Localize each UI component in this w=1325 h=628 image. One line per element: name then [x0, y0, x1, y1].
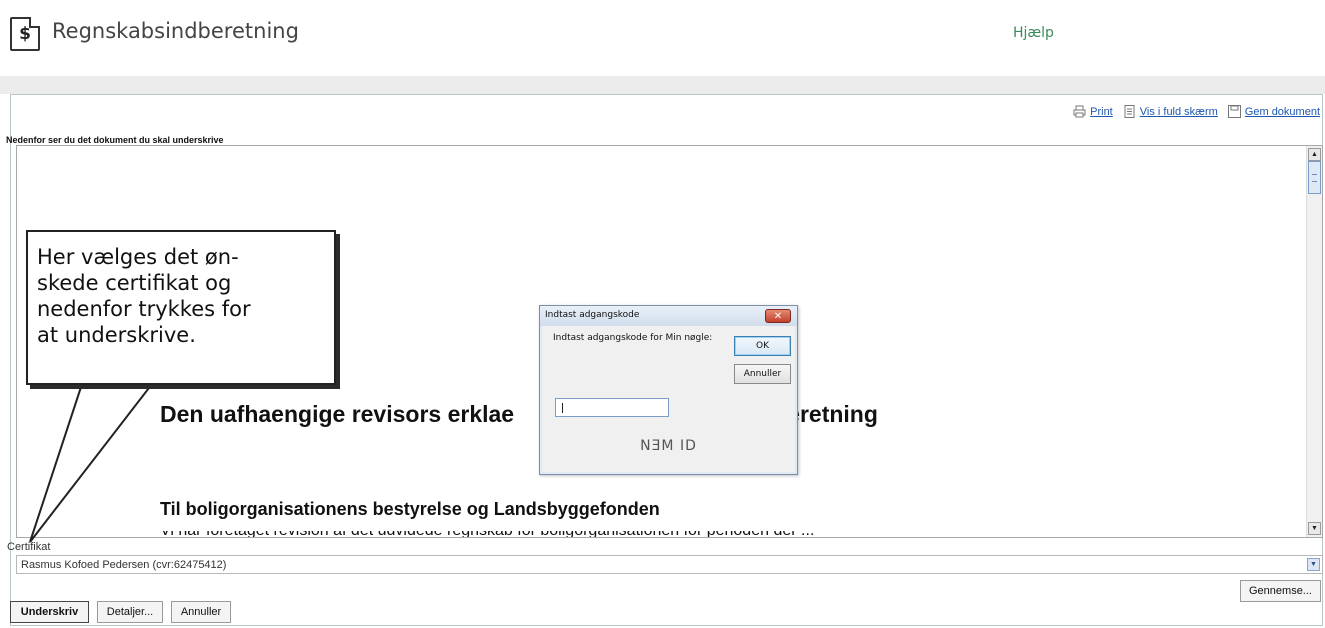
certificate-label: Certifikat: [7, 541, 51, 553]
dialog-body: Indtast adgangskode for Min nøgle: OK An…: [542, 326, 795, 472]
arrow-down-icon[interactable]: ▼: [1308, 522, 1321, 535]
fullscreen-link[interactable]: Vis i fuld skærm: [1123, 105, 1218, 118]
certificate-select[interactable]: Rasmus Kofoed Pedersen (cvr:62475412) ▼: [16, 555, 1323, 574]
close-icon[interactable]: ✕: [765, 309, 791, 323]
save-icon: [1227, 105, 1241, 118]
print-link[interactable]: Print: [1073, 105, 1113, 118]
document-caption: Nedenfor ser du det dokument du skal und…: [6, 135, 224, 145]
print-label: Print: [1090, 105, 1113, 118]
sign-button[interactable]: Underskriv: [10, 601, 89, 623]
cancel-button[interactable]: Annuller: [171, 601, 231, 623]
callout-text: Her vælges det øn- skede certifikat og n…: [37, 245, 251, 347]
document-scrollbar[interactable]: ▲ ▼: [1306, 146, 1322, 537]
page-title: Regnskabsindberetning: [52, 19, 299, 43]
document-clipped-text: Vi har foretaget revision af det udvided…: [160, 531, 1040, 537]
password-dialog: Indtast adgangskode ✕ Indtast adgangskod…: [539, 305, 798, 475]
nemid-logo: NƎM ID: [640, 438, 697, 454]
dialog-ok-button[interactable]: OK: [734, 336, 791, 356]
help-link[interactable]: Hjælp: [1013, 25, 1054, 41]
password-input[interactable]: [555, 398, 669, 417]
scrollbar-thumb[interactable]: [1308, 161, 1321, 194]
page-icon: [1123, 105, 1136, 118]
document-toolbar: Print Vis i fuld skærm Gem dokument: [1073, 105, 1320, 118]
document-subheading: Til boligorganisationens bestyrelse og L…: [160, 499, 660, 519]
dialog-title: Indtast adgangskode: [545, 310, 640, 320]
details-button[interactable]: Detaljer...: [97, 601, 163, 623]
app-icon-glyph: $: [19, 24, 31, 44]
certificate-selected-value: Rasmus Kofoed Pedersen (cvr:62475412): [21, 559, 227, 571]
dialog-prompt: Indtast adgangskode for Min nøgle:: [553, 333, 713, 343]
save-document-link[interactable]: Gem dokument: [1227, 105, 1320, 118]
header-divider: [0, 76, 1325, 94]
dialog-titlebar[interactable]: Indtast adgangskode ✕: [540, 306, 797, 326]
browse-button[interactable]: Gennemse...: [1240, 580, 1321, 602]
chevron-down-icon[interactable]: ▼: [1307, 558, 1320, 571]
document-heading-left: Den uafhaengige revisors erklae: [160, 401, 515, 427]
fullscreen-label: Vis i fuld skærm: [1139, 105, 1218, 118]
printer-icon: [1073, 105, 1086, 118]
arrow-up-icon[interactable]: ▲: [1308, 148, 1321, 161]
dollar-document-icon: $: [10, 17, 40, 51]
app-header: $ Regnskabsindberetning Hjælp: [0, 0, 1325, 76]
save-document-label: Gem dokument: [1244, 105, 1320, 118]
dialog-cancel-button[interactable]: Annuller: [734, 364, 791, 384]
instruction-callout: Her vælges det øn- skede certifikat og n…: [26, 230, 336, 385]
